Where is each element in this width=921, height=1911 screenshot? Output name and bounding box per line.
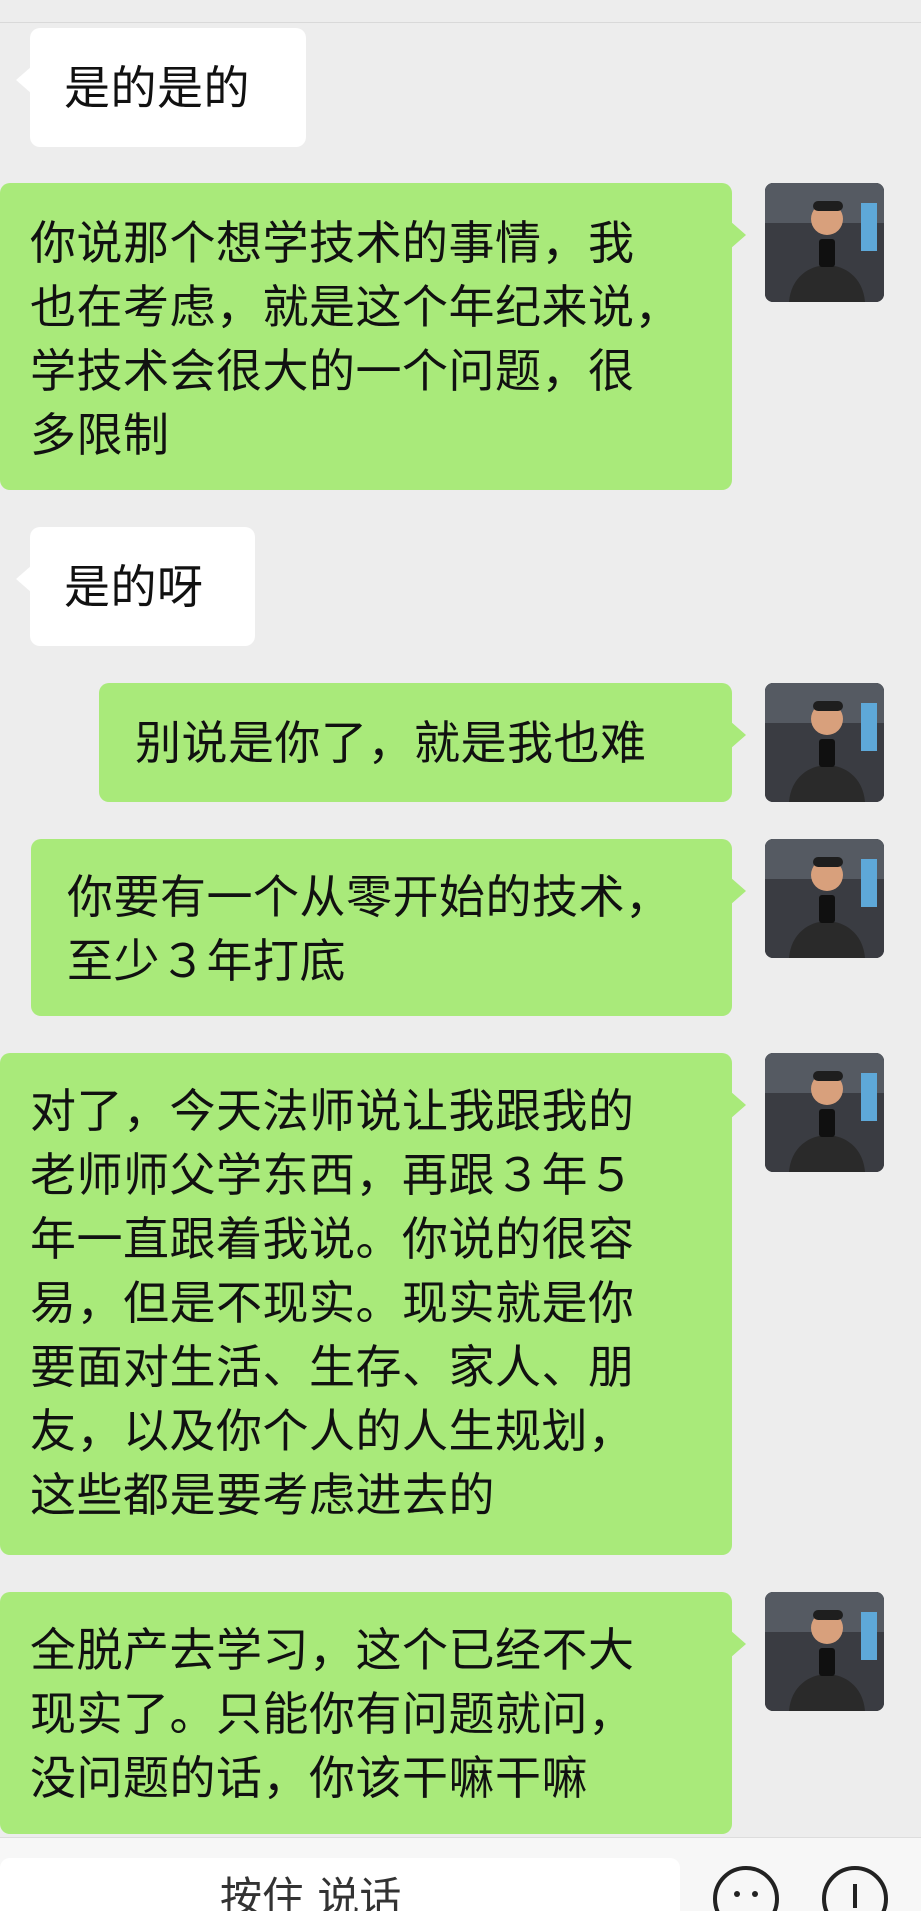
chat-screen: 是的是的 你说那个想学技术的事情，我 也在考虑，就是这个年纪来说， 学技术会很大… [0,0,921,1911]
plus-icon[interactable] [822,1866,888,1911]
incoming-message-bubble[interactable]: 是的是的 [16,28,306,147]
user-avatar-image [765,183,884,302]
hold-to-talk-button[interactable]: 按住 说话 [0,1858,680,1911]
emoji-icon-glyph [734,1891,758,1897]
user-avatar[interactable] [765,1053,884,1172]
incoming-message-bubble[interactable]: 是的呀 [16,527,255,646]
hold-to-talk-label: 按住 说话 [220,1873,402,1911]
user-avatar-image [765,1053,884,1172]
outgoing-message-bubble[interactable]: 全脱产去学习，这个已经不大 现实了。只能你有问题就问， 没问题的话，你该干嘛干嘛 [0,1592,746,1834]
outgoing-message-bubble[interactable]: 别说是你了，就是我也难 [99,683,746,802]
user-avatar[interactable] [765,183,884,302]
user-avatar-image [765,1592,884,1711]
outgoing-message-bubble[interactable]: 对了，今天法师说让我跟我的 老师师父学东西，再跟３年５ 年一直跟着我说。你说的很… [0,1053,746,1555]
user-avatar[interactable] [765,839,884,958]
outgoing-message-bubble[interactable]: 你说那个想学技术的事情，我 也在考虑，就是这个年纪来说， 学技术会很大的一个问题… [0,183,746,490]
user-avatar-image [765,683,884,802]
outgoing-message-bubble[interactable]: 你要有一个从零开始的技术， 至少３年打底 [31,839,746,1016]
plus-icon-glyph [853,1884,857,1908]
user-avatar-image [765,839,884,958]
top-divider [0,0,921,23]
emoji-icon[interactable] [713,1866,779,1911]
chat-input-bar: 按住 说话 [0,1837,921,1911]
user-avatar[interactable] [765,683,884,802]
user-avatar[interactable] [765,1592,884,1711]
